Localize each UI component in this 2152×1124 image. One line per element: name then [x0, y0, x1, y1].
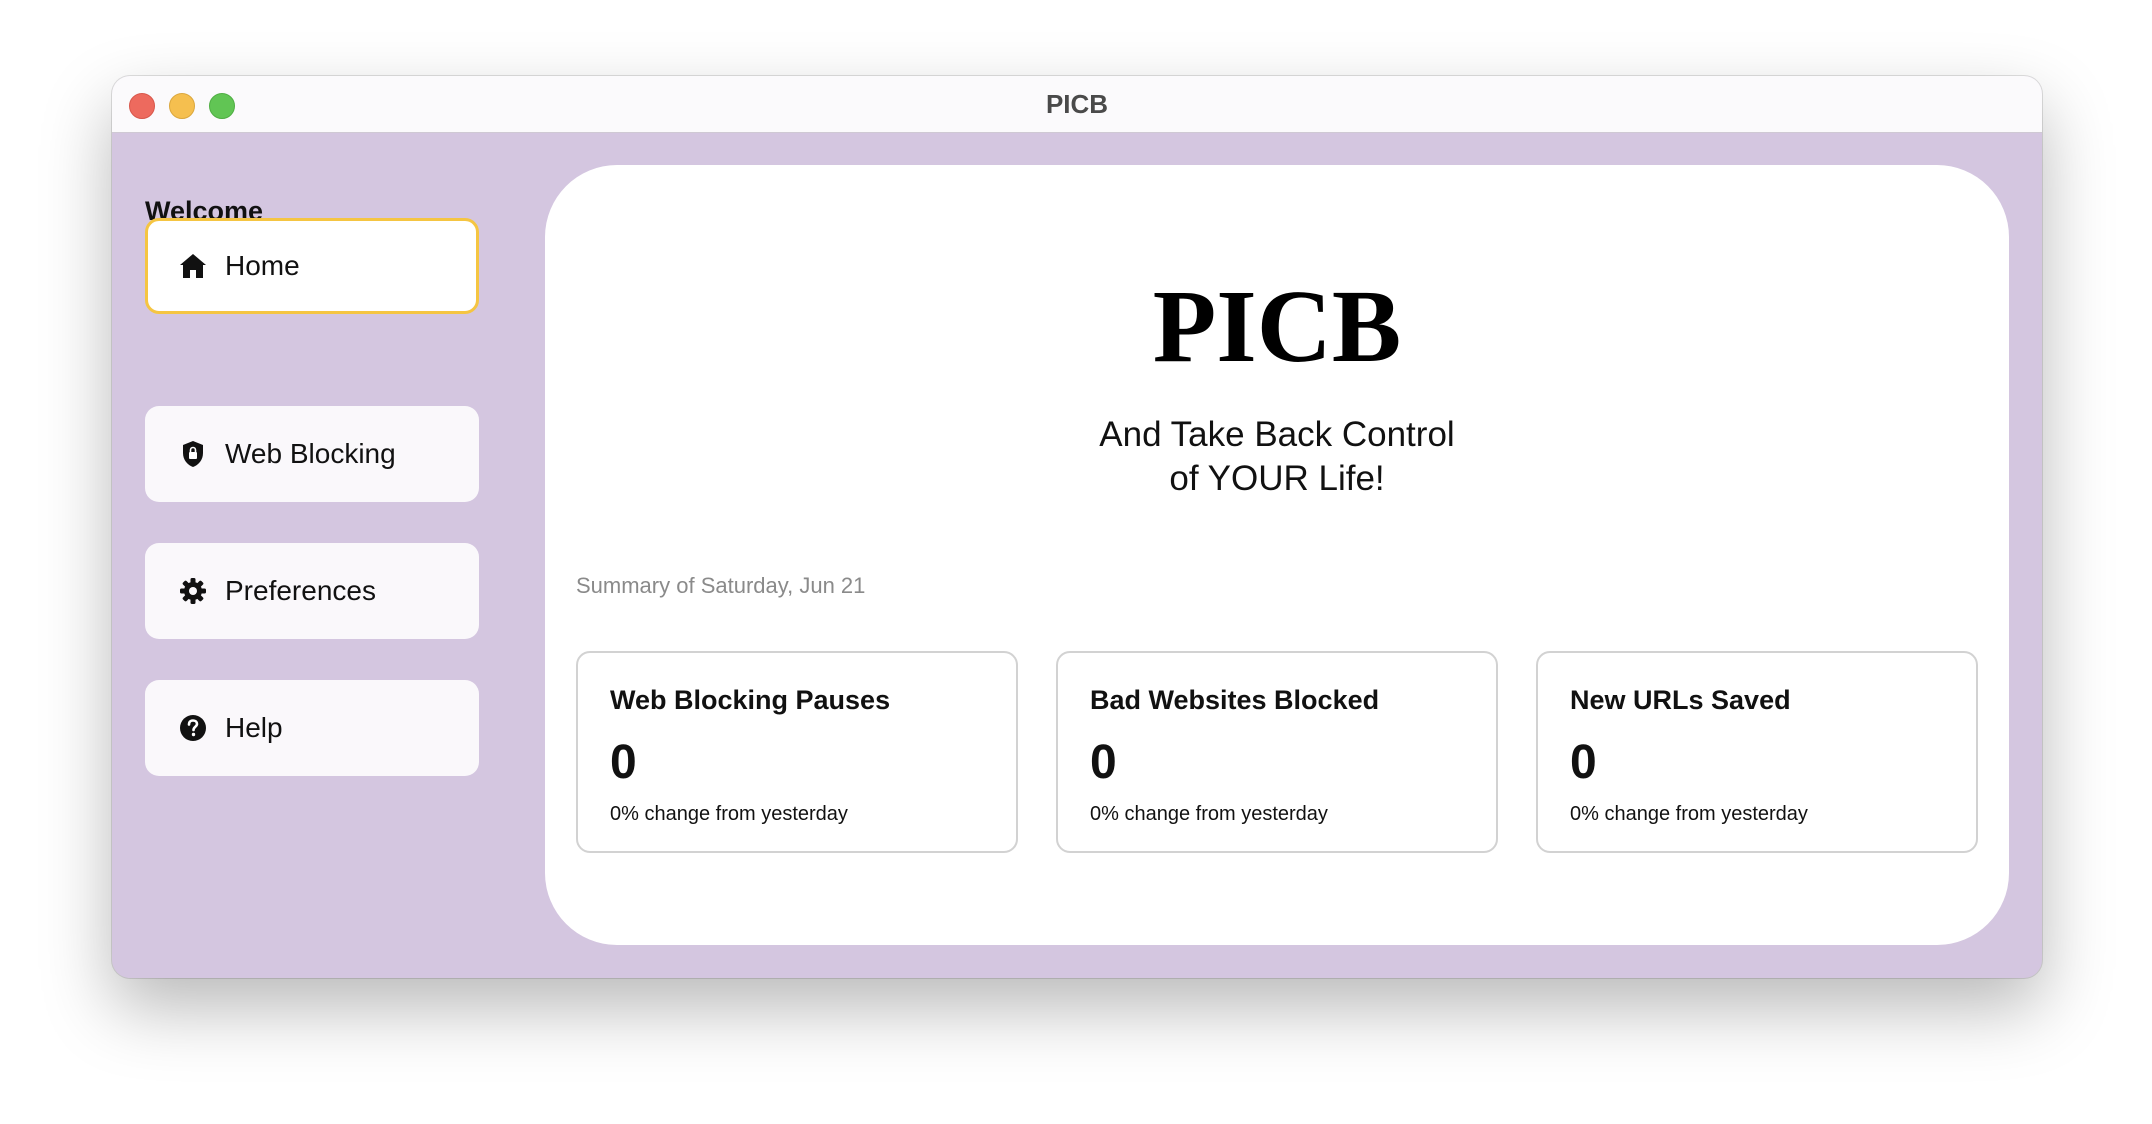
- sidebar-item-help[interactable]: Help: [145, 680, 479, 776]
- sidebar-item-home[interactable]: Home: [145, 218, 479, 314]
- stat-change: 0% change from yesterday: [610, 803, 848, 825]
- stat-title: Bad Websites Blocked: [1090, 685, 1380, 715]
- stat-title: New URLs Saved: [1570, 685, 1791, 715]
- stat-change: 0% change from yesterday: [1090, 803, 1328, 825]
- house-icon: [177, 250, 209, 282]
- stat-change: 0% change from yesterday: [1570, 803, 1808, 825]
- sidebar-item-web-blocking[interactable]: Web Blocking: [145, 406, 479, 502]
- sidebar-item-label: Help: [225, 712, 283, 743]
- tagline: And Take Back Control of YOUR Life!: [545, 413, 2009, 501]
- summary-date: Summary of Saturday, Jun 21: [576, 573, 866, 598]
- stat-card-web-blocking-pauses: Web Blocking Pauses 0 0% change from yes…: [576, 651, 1018, 853]
- window-title: PICB: [1045, 89, 1109, 119]
- title-bar: PICB: [112, 76, 2042, 133]
- stat-card-bad-websites-blocked: Bad Websites Blocked 0 0% change from ye…: [1056, 651, 1498, 853]
- stat-value: 0: [1090, 736, 1117, 789]
- sidebar-item-preferences[interactable]: Preferences: [145, 543, 479, 639]
- sidebar-item-label: Home: [225, 250, 300, 281]
- brand-title: PICB: [1152, 269, 1402, 384]
- stat-value: 0: [1570, 736, 1597, 789]
- sidebar-item-label: Preferences: [225, 575, 376, 606]
- stat-title: Web Blocking Pauses: [610, 685, 891, 715]
- question-circle-icon: [177, 712, 209, 744]
- tagline-line: of YOUR Life!: [1169, 459, 1385, 498]
- home-content-card: PICB And Take Back Control of YOUR Life!…: [545, 165, 2009, 945]
- sidebar-item-label: Web Blocking: [225, 438, 396, 469]
- stat-value: 0: [610, 736, 637, 789]
- shield-lock-icon: [177, 438, 209, 470]
- stat-card-new-urls-saved: New URLs Saved 0 0% change from yesterda…: [1536, 651, 1978, 853]
- tagline-line: And Take Back Control: [1099, 415, 1455, 454]
- gear-icon: [177, 575, 209, 607]
- app-window: PICB Welcome Home Web Blocking Preferenc…: [112, 76, 2042, 978]
